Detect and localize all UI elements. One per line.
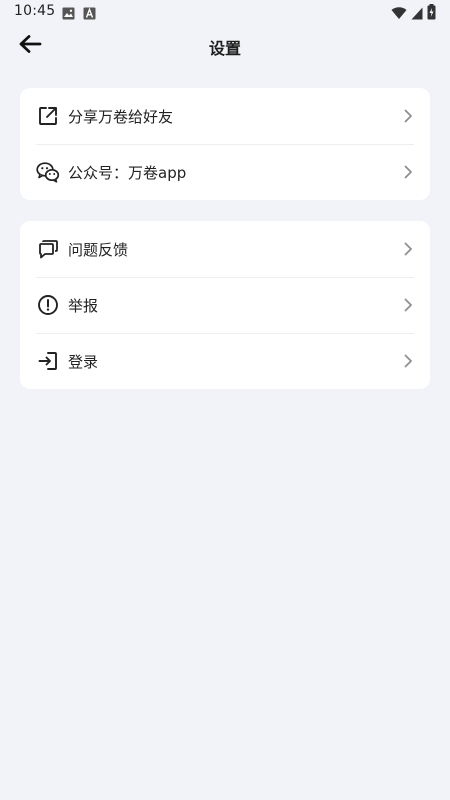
chevron-right-icon xyxy=(402,109,414,123)
image-icon xyxy=(62,5,75,24)
feedback-chat-icon xyxy=(36,237,60,261)
login-item[interactable]: 登录 xyxy=(20,333,430,389)
font-icon xyxy=(83,5,96,24)
chevron-right-icon xyxy=(402,354,414,368)
login-icon xyxy=(36,349,60,373)
status-bar: 10:45 xyxy=(0,0,450,24)
feedback-item[interactable]: 问题反馈 xyxy=(20,221,430,277)
app-bar: 设置 xyxy=(0,24,450,68)
status-notification-icons xyxy=(62,5,96,24)
settings-card-support: 问题反馈 举报 登录 xyxy=(20,221,430,389)
status-system-icons xyxy=(391,4,436,24)
battery-charging-icon xyxy=(427,4,436,24)
share-app-item[interactable]: 分享万卷给好友 xyxy=(20,88,430,144)
page-title: 设置 xyxy=(208,39,241,58)
chevron-right-icon xyxy=(402,242,414,256)
signal-icon xyxy=(411,5,423,24)
wechat-icon xyxy=(36,160,60,184)
share-app-label: 分享万卷给好友 xyxy=(68,107,174,126)
report-label: 举报 xyxy=(68,296,99,315)
alert-circle-icon xyxy=(36,293,60,317)
report-item[interactable]: 举报 xyxy=(20,277,430,333)
feedback-label: 问题反馈 xyxy=(68,240,129,259)
share-external-icon xyxy=(36,104,60,128)
status-time: 10:45 xyxy=(14,3,56,19)
wifi-icon xyxy=(391,5,407,24)
official-account-label: 公众号：万卷app xyxy=(68,163,187,182)
chevron-right-icon xyxy=(402,298,414,312)
login-label: 登录 xyxy=(68,352,99,371)
chevron-right-icon xyxy=(402,165,414,179)
official-account-item[interactable]: 公众号：万卷app xyxy=(20,144,430,200)
settings-card-share: 分享万卷给好友 公众号：万卷app xyxy=(20,88,430,200)
